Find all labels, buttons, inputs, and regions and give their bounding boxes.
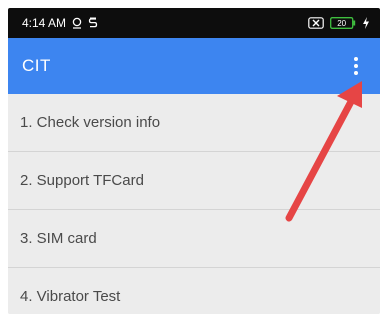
status-right: 20: [308, 17, 370, 29]
vertical-dots-icon: [354, 57, 358, 75]
phone-screen: 4:14 AM 20 CIT 1. Check version info 2. …: [8, 8, 380, 314]
status-bar: 4:14 AM 20: [8, 8, 380, 38]
charging-icon: [362, 17, 370, 29]
app-title: CIT: [22, 56, 51, 75]
list-item-label: 2. Support TFCard: [20, 172, 144, 189]
battery-icon: 20: [330, 17, 356, 29]
app-toolbar: CIT: [8, 38, 380, 94]
list-item-label: 4. Vibrator Test: [20, 288, 121, 305]
mute-icon: [308, 17, 324, 29]
s-icon: [88, 17, 98, 29]
list-item[interactable]: 2. Support TFCard: [8, 152, 380, 210]
status-time: 4:14 AM: [22, 16, 67, 30]
list-item-label: 3. SIM card: [20, 230, 97, 247]
battery-level: 20: [337, 19, 346, 28]
status-left: 4:14 AM: [22, 16, 98, 30]
test-list: 1. Check version info 2. Support TFCard …: [8, 94, 380, 314]
alarm-icon: [72, 17, 82, 29]
list-item-label: 1. Check version info: [20, 114, 161, 131]
list-item[interactable]: 4. Vibrator Test: [8, 268, 380, 314]
list-item[interactable]: 3. SIM card: [8, 210, 380, 268]
overflow-menu-button[interactable]: [342, 48, 370, 84]
list-item[interactable]: 1. Check version info: [8, 94, 380, 152]
